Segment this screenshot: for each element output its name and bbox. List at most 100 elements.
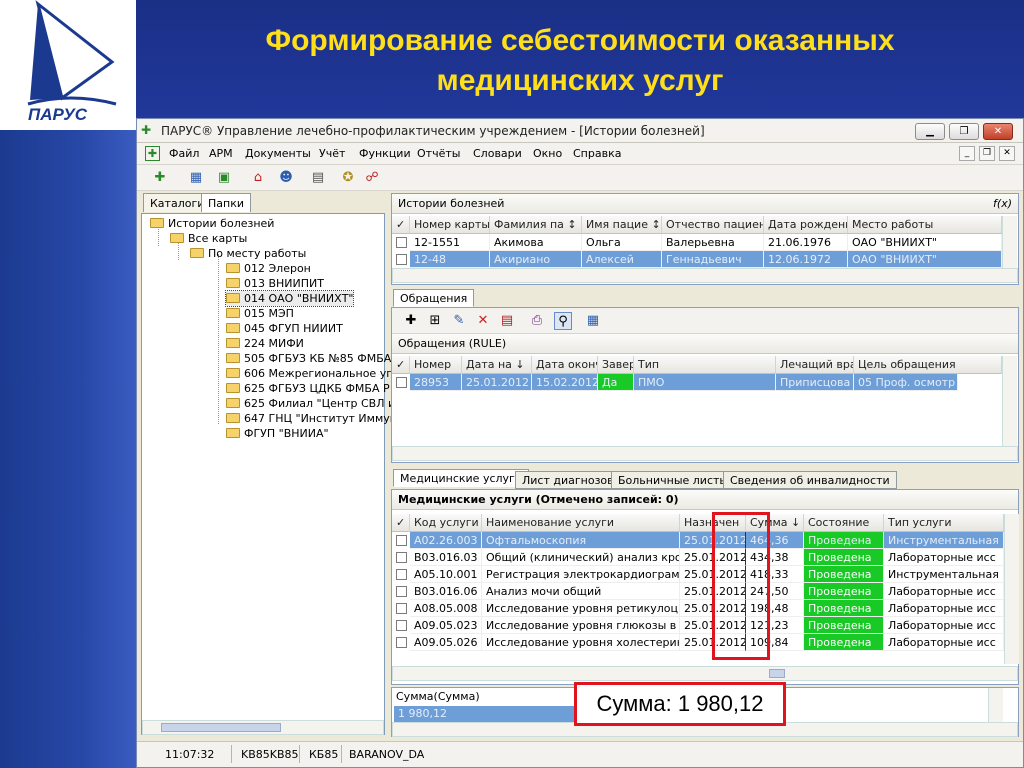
- home-icon[interactable]: ⌂: [249, 169, 267, 187]
- hierarchy-icon[interactable]: ☍: [363, 169, 381, 187]
- column-header[interactable]: Тип услуги: [884, 514, 1004, 532]
- tree-item[interactable]: 606 Межрегиональное уп: [226, 366, 393, 381]
- maximize-button[interactable]: ❐: [949, 123, 979, 140]
- appeals-horizontal-scrollbar[interactable]: [392, 446, 1018, 461]
- tree-horizontal-scrollbar[interactable]: [142, 720, 384, 735]
- menu-window[interactable]: Окно: [533, 147, 562, 160]
- menu-help[interactable]: Справка: [573, 147, 621, 160]
- column-header[interactable]: Отчество пациен: [662, 216, 764, 234]
- menu-dictionaries[interactable]: Словари: [473, 147, 522, 160]
- column-header[interactable]: Цель обращения: [854, 356, 1002, 374]
- menu-documents[interactable]: Документы: [245, 147, 311, 160]
- column-header[interactable]: Номер карты: [410, 216, 490, 234]
- tree-item[interactable]: Все карты: [170, 231, 247, 246]
- row-checkbox[interactable]: [396, 586, 407, 597]
- table-row-selected[interactable]: 28953 25.01.2012 15.02.2012 Да ПМО Припи…: [392, 374, 958, 391]
- card-icon[interactable]: ▣: [215, 169, 233, 187]
- histories-horizontal-scrollbar[interactable]: [392, 268, 1018, 283]
- table-row[interactable]: 12-1551 Акимова Ольга Валерьевна 21.06.1…: [392, 234, 1002, 251]
- sum-vertical-scrollbar[interactable]: [988, 688, 1003, 722]
- tab-disability[interactable]: Сведения об инвалидности: [723, 471, 897, 489]
- table-row[interactable]: A09.05.023 Исследование уровня глюкозы в …: [392, 617, 1004, 634]
- row-checkbox[interactable]: [396, 603, 407, 614]
- row-checkbox[interactable]: [396, 552, 407, 563]
- tab-folders[interactable]: Папки: [201, 193, 251, 212]
- scroll-thumb[interactable]: [769, 669, 785, 678]
- tab-appeals[interactable]: Обращения: [393, 289, 475, 307]
- table-row[interactable]: A08.05.008 Исследование уровня ретикулоци…: [392, 600, 1004, 617]
- menu-accounting[interactable]: Учёт: [319, 147, 345, 160]
- tree-item[interactable]: 045 ФГУП НИИИТ: [226, 321, 343, 336]
- tree-item[interactable]: По месту работы: [190, 246, 306, 261]
- column-header[interactable]: Дата на ↓: [462, 356, 532, 374]
- function-icon[interactable]: f(x): [993, 197, 1012, 210]
- table-row[interactable]: B03.016.03 Общий (клинический) анализ кро…: [392, 549, 1004, 566]
- check-column-header[interactable]: ✓: [392, 216, 410, 234]
- tree-item[interactable]: 013 ВНИИПИТ: [226, 276, 324, 291]
- tree-item[interactable]: 505 ФГБУЗ КБ №85 ФМБА: [226, 351, 391, 366]
- add-box-icon[interactable]: ⊞: [426, 312, 444, 330]
- tree-item[interactable]: ФГУП "ВНИИА": [226, 426, 329, 441]
- services-horizontal-scrollbar[interactable]: [392, 666, 1018, 681]
- tree-item[interactable]: Истории болезней: [150, 216, 274, 231]
- delete-icon[interactable]: ✕: [474, 312, 492, 330]
- find-icon[interactable]: ⚲: [554, 312, 572, 330]
- book-icon[interactable]: ▤: [309, 169, 327, 187]
- tree-item[interactable]: 625 Филиал "Центр СВЛ и: [226, 396, 395, 411]
- column-header[interactable]: Номер: [410, 356, 462, 374]
- tree-item[interactable]: 647 ГНЦ "Институт Иммун: [226, 411, 397, 426]
- column-header[interactable]: Завер: [598, 356, 634, 374]
- mdi-minimize-button[interactable]: _: [959, 146, 975, 161]
- histories-vertical-scrollbar[interactable]: [1002, 216, 1017, 268]
- check-column-header[interactable]: ✓: [392, 514, 410, 532]
- menu-arm[interactable]: АРМ: [209, 147, 233, 160]
- row-checkbox[interactable]: [396, 535, 407, 546]
- column-header[interactable]: Дата оконч: [532, 356, 598, 374]
- row-checkbox[interactable]: [396, 377, 407, 388]
- column-header[interactable]: Состояние: [804, 514, 884, 532]
- tree-item[interactable]: 015 МЭП: [226, 306, 294, 321]
- tab-diagnoses[interactable]: Лист диагнозов: [515, 471, 621, 489]
- minimize-button[interactable]: ▁: [915, 123, 945, 140]
- list-icon[interactable]: ▤: [498, 312, 516, 330]
- edit-icon[interactable]: ✎: [450, 312, 468, 330]
- row-checkbox[interactable]: [396, 637, 407, 648]
- new-record-icon[interactable]: ✚: [151, 169, 169, 187]
- column-header[interactable]: Дата рождени: [764, 216, 848, 234]
- row-checkbox[interactable]: [396, 254, 407, 265]
- menu-functions[interactable]: Функции: [359, 147, 411, 160]
- check-column-header[interactable]: ✓: [392, 356, 410, 374]
- tree-item[interactable]: 224 МИФИ: [226, 336, 304, 351]
- table-row-selected[interactable]: 12-48 Акириано Алексей Геннадьевич 12.06…: [392, 251, 1002, 268]
- column-header[interactable]: Лечащий вра: [776, 356, 854, 374]
- table-row-selected[interactable]: A02.26.003 Офтальмоскопия 25.01.2012 464,36…: [392, 532, 1004, 549]
- tab-medical-services[interactable]: Медицинские услуги: [393, 469, 529, 487]
- tree-item[interactable]: 012 Элерон: [226, 261, 311, 276]
- column-header[interactable]: Код услуги: [410, 514, 482, 532]
- people-icon[interactable]: ☻: [277, 169, 295, 187]
- scroll-thumb[interactable]: [161, 723, 281, 732]
- services-vertical-scrollbar[interactable]: [1004, 514, 1019, 664]
- table-row[interactable]: A09.05.026 Исследование уровня холестерин…: [392, 634, 1004, 651]
- add-icon[interactable]: ✚: [402, 312, 420, 330]
- row-checkbox[interactable]: [396, 569, 407, 580]
- table-icon[interactable]: ▦: [187, 169, 205, 187]
- column-header[interactable]: Наименование услуги: [482, 514, 680, 532]
- column-header[interactable]: Имя пацие ↕: [582, 216, 662, 234]
- menu-reports[interactable]: Отчёты: [417, 147, 460, 160]
- table-row[interactable]: A05.10.001 Регистрация электрокардиограмм…: [392, 566, 1004, 583]
- column-header[interactable]: Фамилия па ↕: [490, 216, 582, 234]
- appeals-vertical-scrollbar[interactable]: [1002, 356, 1017, 446]
- close-button[interactable]: ✕: [983, 123, 1013, 140]
- print-icon[interactable]: ⎙: [528, 312, 546, 330]
- medal-icon[interactable]: ✪: [339, 169, 357, 187]
- mdi-close-button[interactable]: ✕: [999, 146, 1015, 161]
- properties-icon[interactable]: ▦: [584, 312, 602, 330]
- mdi-restore-button[interactable]: ❐: [979, 146, 995, 161]
- row-checkbox[interactable]: [396, 237, 407, 248]
- column-header[interactable]: Место работы: [848, 216, 1002, 234]
- menu-file[interactable]: Файл: [169, 147, 199, 160]
- column-header[interactable]: Тип: [634, 356, 776, 374]
- tree-item[interactable]: 625 ФГБУЗ ЦДКБ ФМБА Р: [226, 381, 390, 396]
- tab-sick-leave[interactable]: Больничные листы: [611, 471, 736, 489]
